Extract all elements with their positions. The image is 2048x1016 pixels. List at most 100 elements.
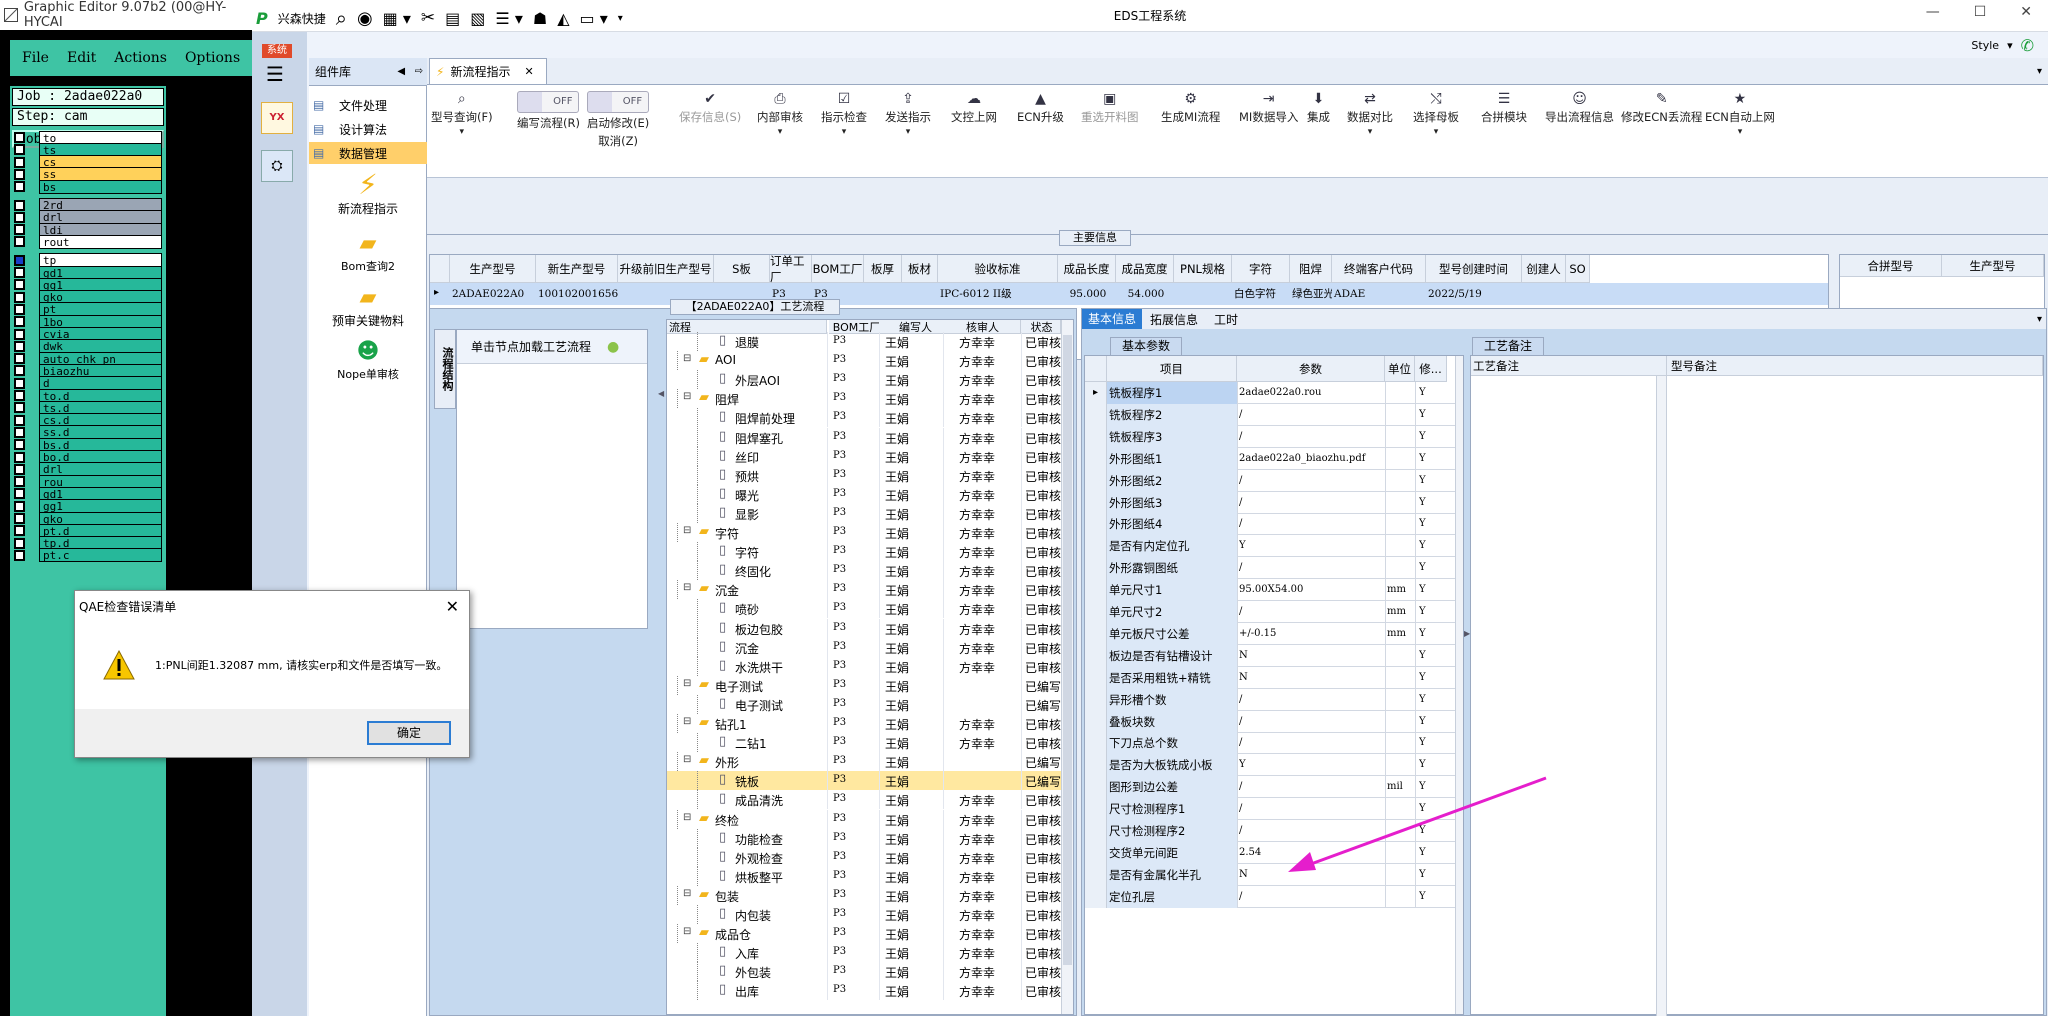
param-row[interactable]: 是否采用粗铣+精铣 N Y	[1085, 666, 1455, 689]
pin-icon[interactable]: ⇨	[415, 66, 423, 77]
column-header[interactable]: 生产型号	[450, 255, 536, 283]
param-row[interactable]: 异形槽个数 / Y	[1085, 688, 1455, 711]
tab-new-flow[interactable]: ⚡ 新流程指示 ✕	[429, 58, 547, 84]
close-button[interactable]: ✕	[2020, 4, 2032, 20]
dialog-close-icon[interactable]: ✕	[446, 597, 459, 616]
menu-actions[interactable]: Actions	[114, 50, 167, 66]
row-selector[interactable]	[1085, 403, 1107, 426]
param-value[interactable]: 95.00X54.00	[1239, 579, 1385, 601]
toolbar-button-8[interactable]: ☁ 文控上网	[951, 91, 997, 125]
row-selector[interactable]	[1085, 710, 1107, 733]
row-selector[interactable]	[1085, 579, 1107, 602]
param-value[interactable]: /	[1239, 513, 1385, 535]
column-header[interactable]: SO	[1566, 255, 1590, 283]
toggle-switch[interactable]: OFF	[587, 91, 650, 113]
row-selector[interactable]	[1085, 754, 1107, 777]
flow-tree-row[interactable]: ▯ 喷砂 P3 王娟 方幸幸 已审核	[667, 599, 1073, 619]
flow-structure-side-tab[interactable]: 流程结构	[434, 329, 456, 409]
collapse-toggle-icon[interactable]: ⊟	[683, 525, 691, 536]
param-value[interactable]: 2adae022a0_biaozhu.pdf	[1239, 448, 1385, 470]
flow-tree-row[interactable]: ▯ 二钻1 P3 王娟 方幸幸 已审核	[667, 733, 1073, 753]
toolbar-button-12[interactable]: ⇥ MI数据导入	[1239, 91, 1298, 125]
layer-row[interactable]: bs	[14, 179, 162, 194]
params-scrollbar[interactable]	[1455, 356, 1463, 1014]
collapse-toggle-icon[interactable]: ⊟	[683, 926, 691, 937]
column-header[interactable]: 板材	[902, 255, 938, 283]
flow-tree-row[interactable]: ▯ 丝印 P3 王娟 方幸幸 已审核	[667, 446, 1073, 466]
toolbar-button-19[interactable]: ★ ECN自动上网 ▾	[1705, 91, 1775, 137]
dropdown-arrow-icon[interactable]: ▾	[1738, 127, 1743, 137]
param-row[interactable]: 外形图纸1 2adae022a0_biaozhu.pdf Y	[1085, 447, 1455, 470]
param-value[interactable]: /	[1239, 732, 1385, 754]
param-row[interactable]: 板边是否有钻槽设计 N Y	[1085, 644, 1455, 667]
maximize-button[interactable]: ☐	[1974, 4, 1987, 20]
layer-row[interactable]: pt.c	[14, 548, 162, 563]
dropdown-arrow-icon[interactable]: ▾	[842, 127, 847, 137]
tool-key-material[interactable]: ▰ 预审关键物料	[309, 284, 427, 329]
param-row[interactable]: 铣板程序3/ Y	[1085, 425, 1455, 448]
splitter-handle[interactable]: ◀	[658, 389, 664, 429]
menu-file[interactable]: File	[22, 50, 49, 66]
param-value[interactable]: Y	[1239, 535, 1385, 557]
close-tab-icon[interactable]: ✕	[524, 65, 533, 78]
collapse-toggle-icon[interactable]: ⊟	[683, 353, 691, 364]
flow-tree-row[interactable]: ▯ 显影 P3 王娟 方幸幸 已审核	[667, 503, 1073, 523]
param-value[interactable]: +/-0.15	[1239, 623, 1385, 645]
param-value[interactable]: /	[1239, 601, 1385, 623]
toolbar-button-10[interactable]: ▣ 重选开料图	[1081, 91, 1139, 125]
param-row[interactable]: 叠板块数 / Y	[1085, 710, 1455, 733]
param-row[interactable]: 是否有内定位孔 Y Y	[1085, 535, 1455, 558]
minimize-button[interactable]: —	[1926, 4, 1940, 20]
param-value[interactable]: N	[1239, 645, 1385, 667]
flow-tree-row[interactable]: ⊟ ▰ 成品仓 P3 王娟 方幸幸 已审核	[667, 924, 1073, 944]
flow-tree-row[interactable]: ▯ 阻焊前处理 P3 王娟 方幸幸 已审核	[667, 408, 1073, 428]
flow-tree-row[interactable]: ⊟ ▰ 钻孔1 P3 王娟 方幸幸 已审核	[667, 714, 1073, 733]
toolbar-button-15[interactable]: ⤭ 选择母板 ▾	[1413, 91, 1459, 137]
main-info-data-row[interactable]: ▸2ADAE022A010010200165657P3P3IPC-6012 II…	[430, 283, 1828, 305]
param-row[interactable]: 定位孔层 / Y	[1085, 885, 1455, 908]
toolbar-button-1[interactable]: ⌕ 型号查询(F) ▾	[431, 91, 493, 137]
dropdown-arrow-icon[interactable]: ▾	[460, 127, 465, 137]
flow-tree-row[interactable]: ▯ 沉金 P3 王娟 方幸幸 已审核	[667, 637, 1073, 657]
param-row[interactable]: 单元尺寸1 95.00X54.00 mm Y	[1085, 579, 1455, 602]
param-row[interactable]: 外形露铜图纸 / Y	[1085, 557, 1455, 580]
param-row[interactable]: 铣板程序2/ Y	[1085, 403, 1455, 426]
row-selector[interactable]	[1085, 469, 1107, 492]
merge-col-header[interactable]: 生产型号	[1942, 255, 2044, 277]
flow-tree-row[interactable]: ▯ 出库 P3 王娟 方幸幸 已审核	[667, 981, 1073, 1001]
collapse-icon[interactable]: ◀	[397, 66, 405, 77]
notes-scrollbar[interactable]	[1656, 376, 1666, 1016]
param-row[interactable]: 下刀点总个数 / Y	[1085, 732, 1455, 755]
menu-options[interactable]: Options	[185, 50, 240, 66]
row-selector[interactable]	[1085, 622, 1107, 645]
collapse-toggle-icon[interactable]: ⊟	[683, 754, 691, 765]
flow-tree-row[interactable]: ▯ 水洗烘干 P3 王娟 方幸幸 已审核	[667, 656, 1073, 676]
flow-tree-row[interactable]: ▯ 板边包胶 P3 王娟 方幸幸 已审核	[667, 618, 1073, 638]
column-header[interactable]: 成品长度	[1058, 255, 1116, 283]
tab-extended-info[interactable]: 拓展信息	[1142, 311, 1206, 328]
flow-tree-row[interactable]: ▯ 功能检查 P3 王娟 方幸幸 已审核	[667, 828, 1073, 848]
column-header[interactable]: 订单工厂	[770, 254, 812, 284]
flow-tree-row[interactable]: ▯ 终固化 P3 王娟 方幸幸 已审核	[667, 561, 1073, 581]
toolbar-button-18[interactable]: ✎ 修改ECN丢流程	[1621, 91, 1702, 125]
row-selector[interactable]	[1085, 688, 1107, 711]
row-selector[interactable]	[1085, 732, 1107, 755]
process-notes-area[interactable]: 工艺备注	[1471, 356, 1667, 1016]
tool-bom-query[interactable]: ▰ Bom查询2	[309, 230, 427, 274]
collapse-toggle-icon[interactable]: ⊟	[683, 812, 691, 823]
param-row[interactable]: 单元板尺寸公差 +/-0.15 mm Y	[1085, 622, 1455, 645]
param-row[interactable]: 外形图纸3/ Y	[1085, 491, 1455, 514]
param-value[interactable]: /	[1239, 886, 1385, 908]
param-column-header[interactable]: 修...	[1415, 356, 1447, 382]
flow-tree-row[interactable]: ⊟ ▰ 终检 P3 王娟 方幸幸 已审核	[667, 809, 1073, 829]
flow-tree-row[interactable]: ⊟ ▰ 电子测试 P3 王娟 已编写	[667, 675, 1073, 695]
flow-tree-row[interactable]: ⊟ ▰ 包装 P3 王娟 方幸幸 已审核	[667, 885, 1073, 905]
library-item-algorithms[interactable]: ▤ 设计算法	[309, 118, 427, 140]
collapse-toggle-icon[interactable]: ⊟	[683, 391, 691, 402]
layer-row[interactable]: rout	[14, 234, 162, 249]
library-item-data-management[interactable]: ▤ 数据管理	[309, 142, 427, 164]
flow-tree-row[interactable]: ⊟ ▰ 外形 P3 王娟 已编写	[667, 752, 1073, 772]
system-tab[interactable]: 系统	[262, 44, 292, 58]
flow-tree-row[interactable]: ▯ 入库 P3 王娟 方幸幸 已审核	[667, 943, 1073, 963]
subtab-basic-params[interactable]: 基本参数	[1110, 337, 1182, 356]
